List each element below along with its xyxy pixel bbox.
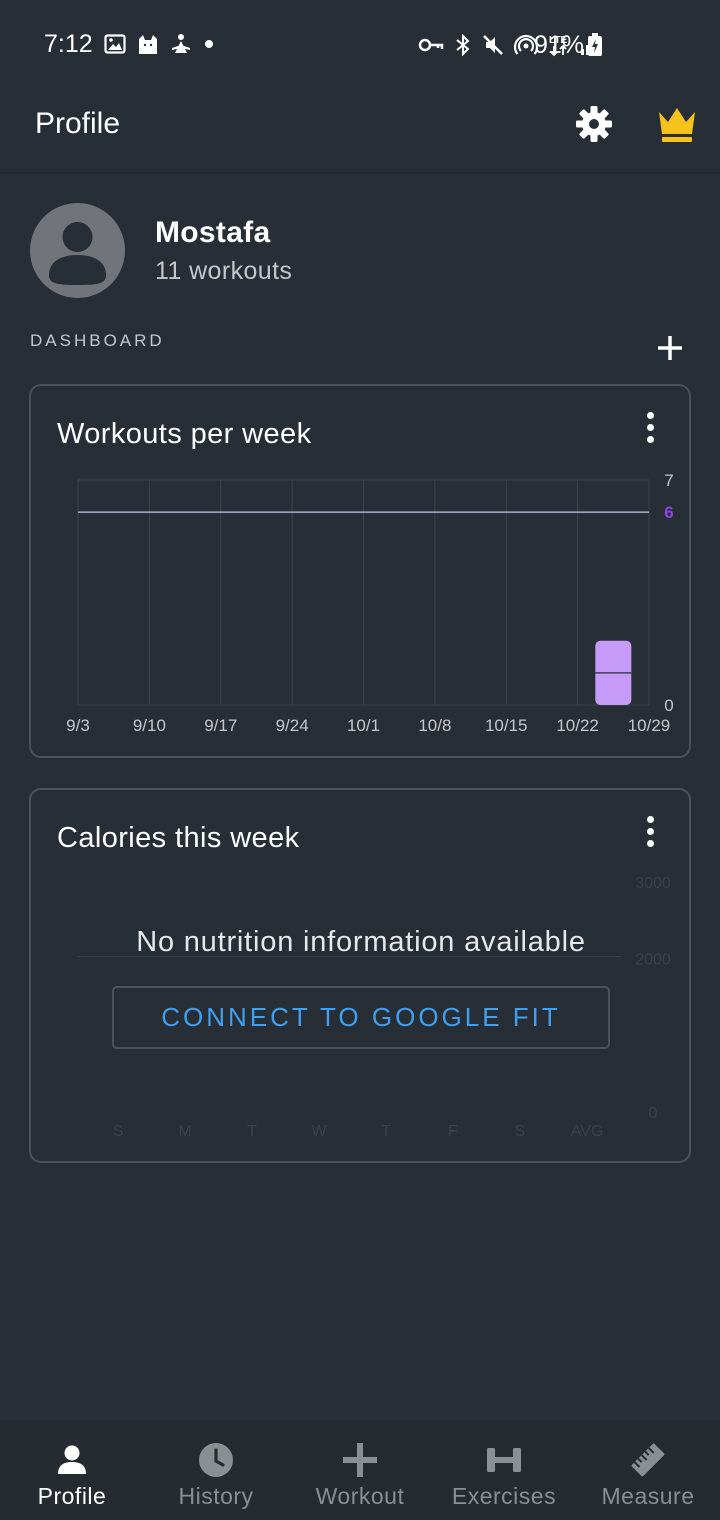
- x-tick-label: S: [113, 1123, 124, 1140]
- nav-label: Workout: [315, 1483, 405, 1509]
- x-tick-label: 10/8: [418, 716, 451, 735]
- y-tick-label: 7: [664, 471, 673, 490]
- x-tick-label: AVG: [571, 1123, 604, 1140]
- workouts-chart: 9/3 9/10 9/17 9/24 10/1 10/8 10/15 10/22 10/29 7 6…: [66, 471, 674, 735]
- empty-message: No nutrition information available: [136, 926, 586, 958]
- nav-label: Exercises: [451, 1483, 557, 1509]
- x-tick-label: W: [311, 1123, 327, 1140]
- x-tick-label: 9/10: [133, 716, 166, 735]
- bottom-navigation: Profile History Workout Exercises Measur…: [0, 1420, 720, 1520]
- plus-icon: [658, 336, 682, 360]
- x-tick-label: T: [247, 1123, 257, 1140]
- person-icon: [58, 1445, 86, 1474]
- dashboard-label: DASHBOARD: [30, 331, 165, 350]
- dumbbell-icon: [487, 1448, 521, 1472]
- x-tick-label: 9/24: [276, 716, 309, 735]
- nav-label: History: [178, 1483, 254, 1509]
- x-tick-label: 10/15: [485, 716, 528, 735]
- status-time: 7:12: [44, 30, 93, 58]
- mute-icon: [483, 35, 503, 55]
- workouts-per-week-card[interactable]: Workouts per week 9/3 9/10 9/17 9/24 10/1 10/…: [29, 384, 691, 758]
- nav-profile[interactable]: Profile: [0, 1422, 144, 1520]
- y-tick-label: 3000: [635, 875, 671, 892]
- clock-icon: [199, 1443, 233, 1477]
- y-tick-label: 0: [664, 696, 673, 715]
- battery-charging-icon: [588, 33, 602, 56]
- x-tick-label: T: [381, 1123, 391, 1140]
- avatar[interactable]: [30, 203, 125, 298]
- person-silhouette-icon: [49, 222, 106, 285]
- gallery-icon: [104, 34, 126, 54]
- x-tick-label: F: [448, 1123, 458, 1140]
- nav-exercises[interactable]: Exercises: [432, 1422, 576, 1520]
- page-title: Profile: [35, 107, 121, 140]
- add-widget-button[interactable]: [654, 332, 686, 364]
- x-tick-label: 9/3: [66, 716, 90, 735]
- goal-label: 6: [664, 503, 673, 522]
- x-tick-label: 10/29: [628, 716, 671, 735]
- crown-icon: [659, 108, 695, 142]
- meditation-icon: [172, 34, 190, 53]
- dot-icon: [205, 40, 213, 48]
- premium-button[interactable]: [656, 104, 698, 144]
- y-tick-label: 0: [649, 1105, 658, 1122]
- status-bar: 7:12 LTE 91%: [0, 0, 720, 90]
- x-tick-label: M: [178, 1123, 191, 1140]
- bluetooth-icon: [456, 34, 470, 56]
- calories-card: Calories this week 3000 2000 0 S M T W T F S AVG N…: [29, 788, 691, 1163]
- connect-google-fit-button[interactable]: CONNECT TO GOOGLE FIT: [112, 986, 610, 1049]
- workout-count: 11 workouts: [155, 257, 293, 285]
- nav-history[interactable]: History: [144, 1422, 288, 1520]
- plus-icon: [343, 1443, 377, 1477]
- app-bar: Profile: [0, 90, 720, 174]
- x-tick-label: S: [515, 1123, 526, 1140]
- x-tick-label: 9/17: [204, 716, 237, 735]
- nav-label: Measure: [601, 1483, 695, 1509]
- calories-chart: 300020000S M T W T F S AVG: [78, 875, 671, 1140]
- nav-workout[interactable]: Workout: [288, 1422, 432, 1520]
- gear-icon: [576, 106, 612, 142]
- battery-percent: 91%: [534, 31, 585, 59]
- x-tick-label: 10/1: [347, 716, 380, 735]
- nav-measure[interactable]: Measure: [576, 1422, 720, 1520]
- cat-app-icon: [139, 35, 157, 54]
- profile-name: Mostafa: [155, 216, 271, 249]
- ruler-icon: [631, 1443, 665, 1477]
- settings-button[interactable]: [574, 104, 614, 144]
- vpn-key-icon: [418, 38, 444, 52]
- status-notification-icons: [104, 33, 216, 55]
- x-tick-label: 10/22: [556, 716, 599, 735]
- nav-label: Profile: [37, 1483, 107, 1509]
